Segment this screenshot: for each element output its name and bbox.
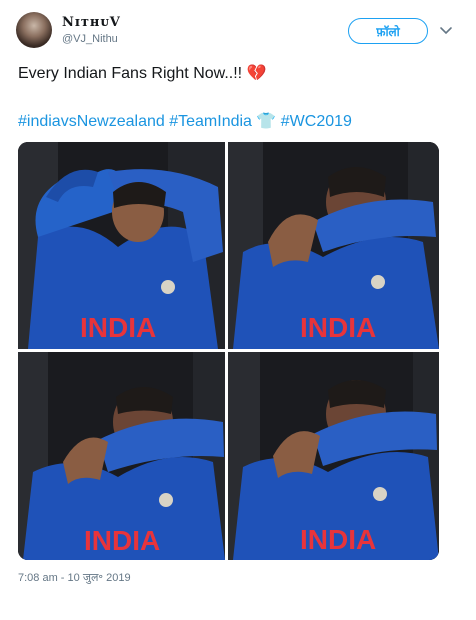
follow-button[interactable]: फ़ॉलो [348, 18, 428, 44]
jersey-text: INDIA [84, 525, 160, 556]
photo-1[interactable]: INDIA [18, 142, 225, 349]
chevron-down-icon[interactable] [438, 22, 454, 38]
hashtag-indiavsnewzealand[interactable]: #indiavsNewzealand [18, 113, 165, 130]
photo-3[interactable]: INDIA [18, 352, 225, 560]
display-name[interactable]: NɪᴛʜᴜⅤ [62, 15, 121, 30]
tweet-hashtags: #indiavsNewzealand #TeamIndia 👕 #WC2019 [18, 110, 352, 134]
jersey-text: INDIA [80, 312, 156, 343]
photo-2[interactable]: INDIA [228, 142, 439, 349]
hashtag-wc2019[interactable]: #WC2019 [281, 113, 352, 130]
jersey-text: INDIA [300, 524, 376, 555]
avatar[interactable] [16, 12, 52, 48]
user-handle[interactable]: @VJ_Nithu [62, 33, 118, 45]
photo-4[interactable]: INDIA [228, 352, 439, 560]
jersey-emoji-icon: 👕 [256, 113, 277, 130]
tweet-header: NɪᴛʜᴜⅤ @VJ_Nithu फ़ॉलो [16, 12, 460, 52]
tweet-timestamp[interactable]: 7:08 am - 10 जुल॰ 2019 [18, 570, 131, 585]
photo-grid: INDIA INDIA INDIA INDIA [18, 142, 439, 560]
tweet-text: Every Indian Fans Right Now..!! 💔 [18, 65, 267, 82]
jersey-text: INDIA [300, 312, 376, 343]
hashtag-teamindia[interactable]: #TeamIndia [169, 113, 252, 130]
